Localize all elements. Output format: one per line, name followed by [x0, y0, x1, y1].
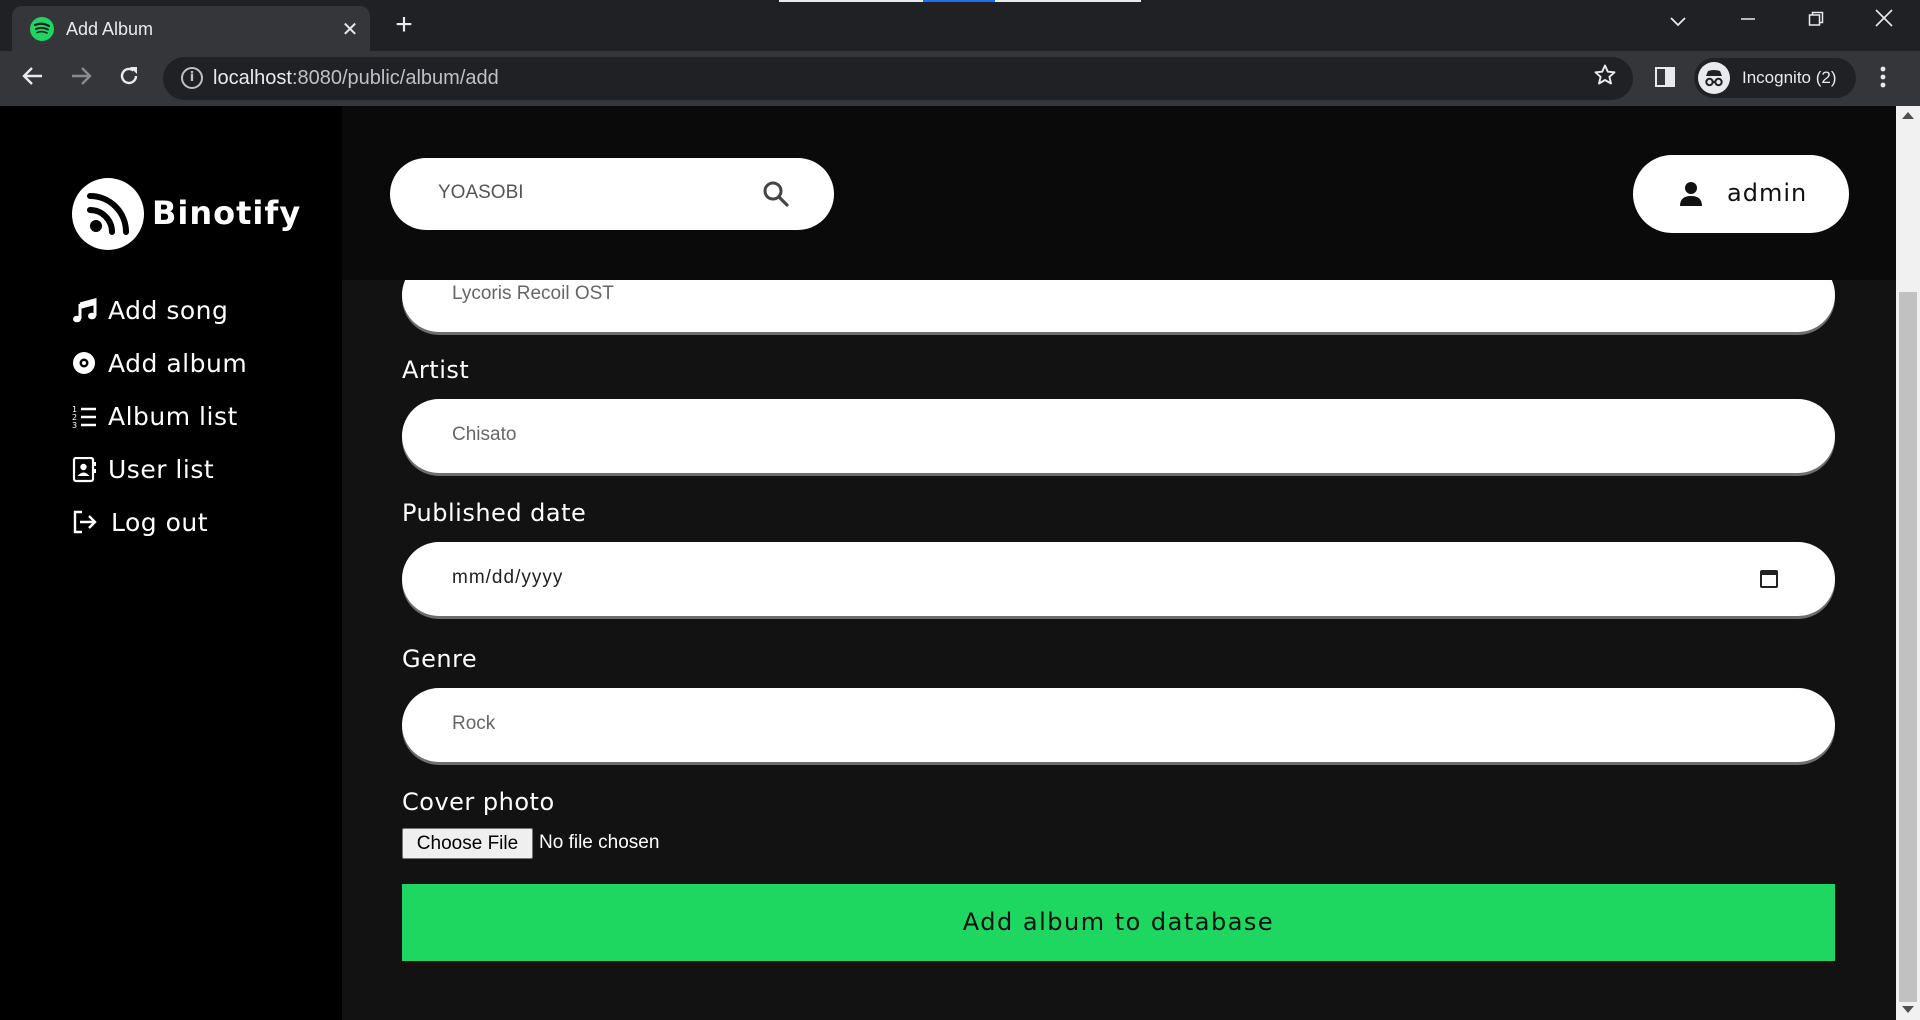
user-name: admin [1727, 179, 1808, 207]
disc-icon [72, 351, 98, 377]
scroll-down-arrow-icon[interactable] [1902, 1006, 1914, 1013]
browser-tab[interactable]: Add Album ✕ [12, 6, 370, 51]
tab-strip-indicator [779, 0, 923, 2]
logout-icon [72, 510, 98, 536]
tab-strip-indicator-active [923, 0, 995, 2]
more-menu-icon[interactable] [1880, 65, 1886, 93]
genre-input[interactable]: Rock [402, 688, 1835, 762]
incognito-profile-button[interactable]: Incognito (2) [1694, 58, 1856, 98]
url-text: localhost:8080/public/album/add [213, 67, 499, 90]
user-menu-button[interactable]: admin [1633, 155, 1849, 233]
close-window-icon[interactable] [1866, 8, 1902, 36]
spotify-favicon-icon [30, 17, 54, 41]
sidebar: Binotify Add song Add album 123 Album li… [0, 106, 342, 1020]
album-title-value: Lycoris Recoil OST [452, 283, 614, 304]
brand-name[interactable]: Binotify [152, 194, 301, 232]
published-date-label: Published date [402, 499, 587, 527]
url-host: localhost [213, 67, 292, 89]
incognito-label: Incognito (2) [1742, 68, 1837, 87]
file-status: No file chosen [539, 832, 660, 853]
sidebar-item-label: User list [108, 455, 215, 484]
tab-search-icon[interactable] [1660, 8, 1696, 36]
genre-label: Genre [402, 645, 478, 673]
numbered-list-icon: 123 [72, 404, 98, 430]
page-content: Binotify Add song Add album 123 Album li… [0, 106, 1896, 1020]
add-album-submit-button[interactable]: Add album to database [402, 884, 1835, 961]
site-info-icon[interactable]: i [181, 67, 203, 89]
browser-tab-bar: Add Album ✕ + [0, 0, 1920, 51]
artist-label: Artist [402, 356, 470, 384]
forward-arrow-icon[interactable] [66, 64, 96, 94]
binotify-logo-icon[interactable] [72, 178, 144, 250]
search-value: YOASOBI [438, 182, 524, 203]
sidebar-item-label: Log out [111, 508, 209, 537]
sidebar-item-label: Album list [108, 402, 238, 431]
music-note-icon [72, 298, 98, 324]
choose-file-button[interactable]: Choose File [402, 828, 533, 859]
minimize-icon[interactable] [1730, 8, 1766, 36]
artist-input[interactable]: Chisato [402, 399, 1835, 473]
restore-icon[interactable] [1798, 8, 1834, 36]
top-bar: YOASOBI admin [342, 106, 1896, 280]
date-placeholder: mm/dd/yyyy [452, 567, 564, 588]
bookmark-star-icon[interactable] [1593, 63, 1617, 94]
published-date-input[interactable]: mm/dd/yyyy [402, 542, 1835, 616]
sidebar-item-label: Add song [108, 296, 229, 325]
genre-value: Rock [452, 713, 496, 734]
user-icon [1679, 181, 1703, 211]
address-bar[interactable]: i localhost:8080/public/album/add [163, 57, 1633, 100]
new-tab-icon[interactable]: + [390, 10, 418, 40]
incognito-icon [1698, 62, 1730, 94]
artist-value: Chisato [452, 424, 517, 445]
back-arrow-icon[interactable] [18, 64, 48, 94]
cover-photo-label: Cover photo [402, 788, 555, 816]
url-path: :8080/public/album/add [291, 67, 499, 89]
calendar-icon[interactable] [1760, 570, 1778, 588]
side-panel-icon[interactable] [1655, 67, 1675, 87]
svg-text:3: 3 [72, 421, 77, 430]
browser-toolbar: i localhost:8080/public/album/add Incogn… [0, 51, 1920, 106]
scroll-up-arrow-icon[interactable] [1902, 112, 1914, 119]
tab-title: Add Album [66, 19, 154, 39]
tab-strip-indicator [995, 0, 1141, 2]
search-input[interactable]: YOASOBI [390, 158, 834, 230]
close-tab-icon[interactable]: ✕ [338, 17, 362, 41]
search-icon[interactable] [762, 180, 790, 212]
sidebar-item-label: Add album [108, 349, 248, 378]
contact-card-icon [72, 456, 98, 483]
scrollbar-thumb[interactable] [1899, 292, 1917, 1002]
reload-icon[interactable] [114, 64, 144, 94]
